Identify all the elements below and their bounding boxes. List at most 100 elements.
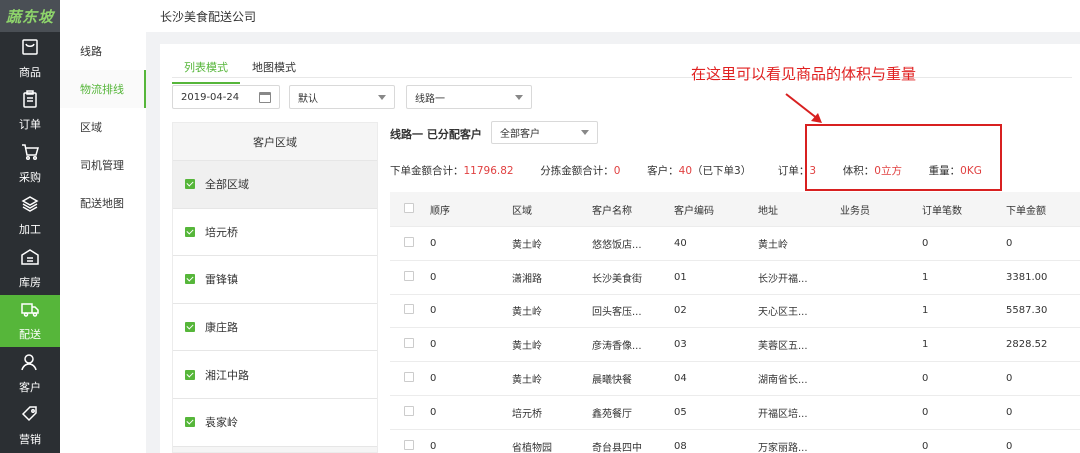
- row-checkbox[interactable]: [404, 270, 414, 281]
- nav-item-label: 加工: [19, 223, 41, 237]
- nav-item-layers[interactable]: 加工: [0, 190, 60, 243]
- select-all-checkbox[interactable]: [404, 202, 414, 213]
- column-header[interactable]: 顺序: [430, 202, 512, 217]
- customer-filter-select[interactable]: 全部客户: [491, 121, 598, 144]
- table-cell: 晨曦快餐: [592, 375, 632, 387]
- table-cell: 回头客压...: [592, 307, 642, 319]
- row-checkbox-cell: [390, 236, 430, 250]
- region-item[interactable]: 袁家岭: [173, 398, 377, 447]
- nav-item-clipboard[interactable]: 订单: [0, 85, 60, 138]
- view-tabs: 列表模式 地图模式: [172, 56, 308, 84]
- region-panel: 客户区域 全部区域 培元桥 雷锋镇 康庄路 湘江中路 袁家岭: [172, 122, 378, 453]
- table-cell: 天心区王...: [758, 307, 808, 319]
- table-row[interactable]: 0 黄土岭 彦涛香像... 03 芙蓉区五... 1 2828.52: [390, 328, 1080, 363]
- table-cell: 0: [430, 305, 437, 317]
- table-row[interactable]: 0 培元桥 鑫苑餐厅 05 开福区培... 0 0: [390, 396, 1080, 430]
- column-header[interactable]: 订单笔数: [922, 202, 1006, 217]
- cart-icon: [20, 142, 40, 169]
- table-row[interactable]: 0 省植物园 奇台县四中 08 万家丽路... 0 0: [390, 430, 1080, 453]
- row-checkbox-cell: [390, 372, 430, 385]
- table-cell: 万家丽路...: [758, 442, 808, 453]
- sort-select[interactable]: 默认: [289, 85, 395, 109]
- nav-item-tag[interactable]: 营销: [0, 400, 60, 453]
- checkbox-checked-icon[interactable]: [185, 417, 195, 428]
- select-all-checkbox-cell: [390, 202, 430, 216]
- date-picker[interactable]: 2019-04-24: [172, 85, 280, 109]
- region-item-label: 全部区域: [205, 178, 249, 192]
- customers-count: 40: [678, 165, 693, 177]
- tab-map-mode[interactable]: 地图模式: [240, 56, 308, 84]
- row-checkbox[interactable]: [404, 372, 414, 383]
- column-header[interactable]: 地址: [758, 202, 840, 217]
- subnav-item[interactable]: 区域: [60, 108, 146, 146]
- nav-item-user[interactable]: 客户: [0, 347, 60, 400]
- row-checkbox-cell: [390, 439, 430, 453]
- region-item[interactable]: 雷锋镇: [173, 256, 377, 304]
- user-icon: [20, 352, 40, 379]
- nav-item-label: 库房: [19, 275, 41, 289]
- column-header[interactable]: 客户名称: [592, 202, 674, 217]
- subnav-item[interactable]: 物流排线: [60, 70, 146, 108]
- row-checkbox-cell: [390, 270, 430, 284]
- table-cell: 02: [674, 305, 687, 317]
- checkbox-checked-icon[interactable]: [185, 274, 195, 285]
- table-cell: 芙蓉区五...: [758, 341, 808, 353]
- table-cell: 1: [922, 305, 929, 317]
- checkbox-checked-icon[interactable]: [185, 226, 195, 237]
- table-row[interactable]: 0 黄土岭 回头客压... 02 天心区王... 1 5587.30: [390, 295, 1080, 329]
- customers-ordered: （已下单3）: [692, 165, 752, 177]
- checkbox-checked-icon[interactable]: [185, 369, 195, 380]
- route-value: 线路一: [415, 93, 445, 105]
- region-item[interactable]: 全部区域: [173, 161, 377, 209]
- table-cell: 0: [922, 373, 929, 385]
- row-checkbox[interactable]: [404, 405, 414, 416]
- row-checkbox[interactable]: [404, 338, 414, 349]
- chevron-down-icon: [378, 94, 386, 100]
- annotation-text: 在这里可以看见商品的体积与重量: [691, 65, 917, 83]
- row-checkbox-cell: [390, 405, 430, 419]
- table-cell: 0: [1006, 440, 1013, 452]
- table-cell: 0: [430, 271, 437, 283]
- checkbox-checked-icon[interactable]: [185, 322, 195, 333]
- nav-item-cart[interactable]: 采购: [0, 137, 60, 190]
- table-row[interactable]: 0 黄土岭 悠悠饭店... 40 黄土岭 0 0: [390, 227, 1080, 261]
- table-cell: 长沙美食街: [592, 273, 642, 285]
- tab-divider: [172, 77, 1072, 78]
- table-cell: 0: [922, 237, 929, 249]
- column-header[interactable]: 业务员: [840, 202, 922, 217]
- region-item[interactable]: 康庄路: [173, 303, 377, 352]
- table-cell: 0: [1006, 373, 1013, 385]
- table-cell: 奇台县四中: [592, 442, 642, 453]
- region-item-label: 袁家岭: [205, 416, 238, 430]
- tab-list-mode[interactable]: 列表模式: [172, 56, 240, 84]
- row-checkbox-cell: [390, 304, 430, 317]
- row-checkbox[interactable]: [404, 304, 414, 315]
- subnav-item[interactable]: 配送地图: [60, 184, 146, 222]
- main-content: 列表模式 地图模式 2019-04-24 默认 线路一 客户区域 全部区域 培元桥雷…: [160, 44, 1080, 453]
- tag-icon: [20, 404, 40, 431]
- table-cell: 省植物园: [512, 442, 552, 453]
- table-header: 顺序 区域 客户名称 客户编码 地址 业务员 订单笔数 下单金额: [390, 192, 1080, 227]
- nav-item-truck[interactable]: 配送: [0, 294, 60, 347]
- table-cell: 2828.52: [1006, 339, 1048, 351]
- checkbox-checked-icon[interactable]: [185, 179, 195, 190]
- subnav-item[interactable]: 司机管理: [60, 146, 146, 184]
- table-row[interactable]: 0 潇湘路 长沙美食街 01 长沙开福... 1 3381.00: [390, 261, 1080, 295]
- company-title: 长沙美食配送公司: [160, 9, 257, 24]
- region-item-label: 康庄路: [205, 321, 238, 335]
- row-checkbox[interactable]: [404, 236, 414, 247]
- route-select[interactable]: 线路一: [406, 85, 532, 109]
- region-item[interactable]: 湘江中路: [173, 351, 377, 399]
- region-item[interactable]: 培元桥: [173, 208, 377, 257]
- nav-item-tray[interactable]: 商品: [0, 32, 60, 85]
- row-checkbox[interactable]: [404, 439, 414, 450]
- subnav-item[interactable]: 线路: [60, 32, 146, 70]
- table-cell: 黄土岭: [512, 341, 542, 353]
- column-header[interactable]: 客户编码: [674, 202, 758, 217]
- table-row[interactable]: 0 黄土岭 晨曦快餐 04 湖南省长... 0 0: [390, 362, 1080, 396]
- annotation-highlight-box: [805, 124, 1002, 191]
- nav-item-warehouse[interactable]: 库房: [0, 242, 60, 295]
- column-header[interactable]: 区域: [512, 202, 592, 217]
- page-header: 长沙美食配送公司: [146, 0, 1080, 32]
- column-header[interactable]: 下单金额: [1006, 202, 1060, 217]
